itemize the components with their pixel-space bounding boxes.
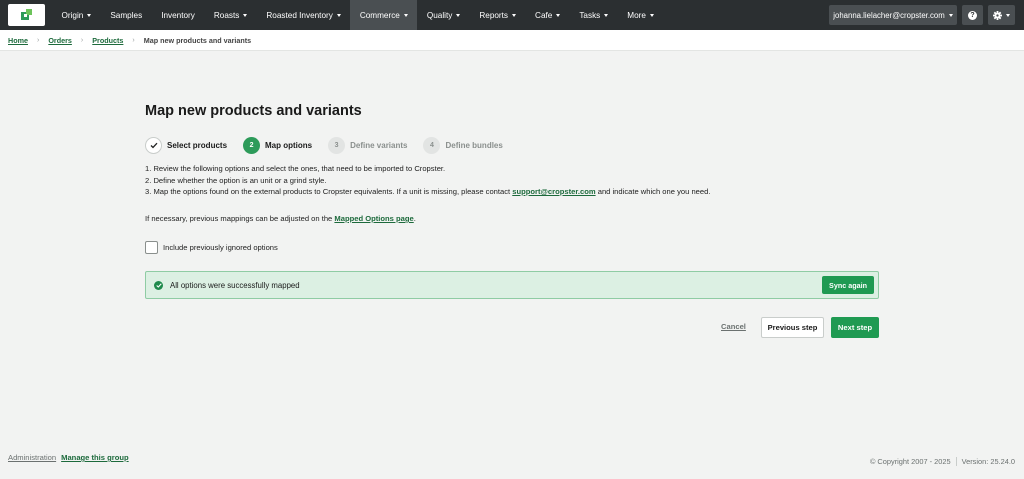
step-number: 3 bbox=[328, 137, 346, 154]
step-label: Define bundles bbox=[445, 141, 503, 150]
top-navigation-bar: Origin Samples Inventory Roasts Roasted … bbox=[0, 0, 1024, 30]
nav-more-label: More bbox=[627, 10, 646, 20]
step-number: 2 bbox=[243, 137, 261, 154]
include-ignored-label: Include previously ignored options bbox=[163, 243, 278, 252]
nav-origin-label: Origin bbox=[61, 10, 84, 20]
footer-divider bbox=[955, 457, 957, 466]
user-email: johanna.lielacher@cropster.com bbox=[833, 10, 945, 20]
nav-commerce-label: Commerce bbox=[359, 10, 400, 20]
question-circle-icon: ? bbox=[968, 10, 977, 20]
nav-roasts[interactable]: Roasts bbox=[204, 0, 256, 30]
copyright: © Copyright 2007 - 2025 bbox=[869, 457, 951, 466]
settings-button[interactable] bbox=[988, 5, 1015, 25]
main-nav: Origin Samples Inventory Roasts Roasted … bbox=[52, 0, 663, 30]
chevron-right-icon: › bbox=[132, 36, 135, 44]
breadcrumb-current: Map new products and variants bbox=[143, 35, 252, 45]
instruction-line-3: 3. Map the options found on the external… bbox=[145, 186, 710, 198]
checkmark-icon bbox=[155, 282, 162, 288]
help-button[interactable]: ? bbox=[962, 5, 983, 25]
caret-down-icon bbox=[403, 13, 408, 17]
nav-more[interactable]: More bbox=[618, 0, 664, 30]
cropster-logo[interactable] bbox=[8, 4, 45, 26]
nav-inventory-label: Inventory bbox=[161, 10, 195, 20]
step-map-options: 2 Map options bbox=[243, 137, 312, 154]
breadcrumb: Home › Orders › Products › Map new produ… bbox=[0, 30, 1024, 51]
step-label: Select products bbox=[167, 141, 228, 150]
previous-step-button[interactable]: Previous step bbox=[761, 317, 824, 338]
check-circle-icon bbox=[154, 280, 163, 290]
alert-message: All options were successfully mapped bbox=[170, 280, 300, 290]
page-title: Map new products and variants bbox=[145, 103, 362, 119]
nav-samples-label: Samples bbox=[110, 10, 143, 20]
instruction-line-1: 1. Review the following options and sele… bbox=[145, 164, 446, 173]
caret-down-icon bbox=[1006, 13, 1010, 17]
step-define-variants: 3 Define variants bbox=[328, 137, 407, 154]
nav-tasks[interactable]: Tasks bbox=[570, 0, 618, 30]
caret-down-icon bbox=[512, 13, 517, 17]
mapping-note-text: If necessary, previous mappings can be a… bbox=[145, 214, 335, 223]
caret-down-icon bbox=[604, 13, 609, 17]
caret-down-icon bbox=[456, 13, 461, 17]
instruction-line-3-text: 3. Map the options found on the external… bbox=[145, 187, 513, 196]
include-ignored-checkbox[interactable] bbox=[145, 241, 158, 254]
caret-down-icon bbox=[649, 13, 654, 17]
cancel-link[interactable]: Cancel bbox=[721, 322, 746, 331]
breadcrumb-orders[interactable]: Orders bbox=[48, 36, 72, 45]
user-menu-button[interactable]: johanna.lielacher@cropster.com bbox=[829, 5, 957, 25]
step-define-bundles: 4 Define bundles bbox=[423, 137, 503, 154]
footer-links: Administration Manage this group bbox=[8, 453, 129, 462]
mapping-note: If necessary, previous mappings can be a… bbox=[145, 214, 416, 223]
sync-again-button[interactable]: Sync again bbox=[822, 276, 874, 294]
nav-cafe-label: Cafe bbox=[535, 10, 553, 20]
include-ignored-options[interactable]: Include previously ignored options bbox=[145, 241, 278, 254]
breadcrumb-home[interactable]: Home bbox=[8, 36, 28, 45]
nav-reports[interactable]: Reports bbox=[470, 0, 526, 30]
step-label: Define variants bbox=[350, 141, 408, 150]
caret-down-icon bbox=[336, 13, 341, 17]
chevron-right-icon: › bbox=[36, 36, 40, 44]
wizard-stepper: Select products 2 Map options 3 Define v… bbox=[145, 137, 519, 154]
nav-inventory[interactable]: Inventory bbox=[152, 0, 205, 30]
administration-link[interactable]: Administration bbox=[8, 453, 56, 462]
nav-commerce[interactable]: Commerce bbox=[350, 0, 418, 30]
instruction-line-2: 2. Define whether the option is an unit … bbox=[145, 175, 327, 185]
gear-icon bbox=[993, 10, 1002, 20]
support-email-link[interactable]: support@cropster.com bbox=[512, 187, 595, 196]
nav-quality[interactable]: Quality bbox=[417, 0, 469, 30]
nav-roasts-label: Roasts bbox=[213, 10, 240, 20]
nav-cafe[interactable]: Cafe bbox=[526, 0, 570, 30]
nav-origin[interactable]: Origin bbox=[52, 0, 101, 30]
success-alert: All options were successfully mapped Syn… bbox=[145, 271, 879, 299]
caret-down-icon bbox=[243, 13, 248, 17]
instructions: 1. Review the following options and sele… bbox=[145, 163, 710, 198]
caret-down-icon bbox=[556, 13, 561, 17]
breadcrumb-products[interactable]: Products bbox=[92, 36, 123, 45]
step-select-products[interactable]: Select products bbox=[145, 137, 227, 154]
mapping-note-tail: . bbox=[413, 214, 416, 223]
nav-reports-label: Reports bbox=[479, 10, 509, 20]
footer-info: © Copyright 2007 - 2025 Version: 25.24.0 bbox=[870, 457, 1015, 466]
nav-quality-label: Quality bbox=[426, 10, 453, 20]
nav-samples[interactable]: Samples bbox=[101, 0, 152, 30]
manage-group-link[interactable]: Manage this group bbox=[61, 453, 129, 462]
cropster-leaf-icon bbox=[21, 9, 32, 20]
checkmark-icon bbox=[150, 142, 157, 149]
nav-roasted-inventory-label: Roasted Inventory bbox=[266, 10, 333, 20]
nav-tasks-label: Tasks bbox=[579, 10, 601, 20]
step-number: 4 bbox=[423, 137, 441, 154]
instruction-line-3-tail: and indicate which one you need. bbox=[595, 187, 711, 196]
step-done-circle bbox=[145, 137, 162, 154]
nav-roasted-inventory[interactable]: Roasted Inventory bbox=[257, 0, 350, 30]
caret-down-icon bbox=[948, 13, 953, 17]
mapped-options-link[interactable]: Mapped Options page bbox=[334, 214, 413, 223]
chevron-right-icon: › bbox=[80, 36, 84, 44]
caret-down-icon bbox=[87, 13, 92, 17]
version: Version: 25.24.0 bbox=[961, 457, 1015, 466]
step-label: Map options bbox=[265, 141, 313, 150]
next-step-button[interactable]: Next step bbox=[831, 317, 879, 338]
